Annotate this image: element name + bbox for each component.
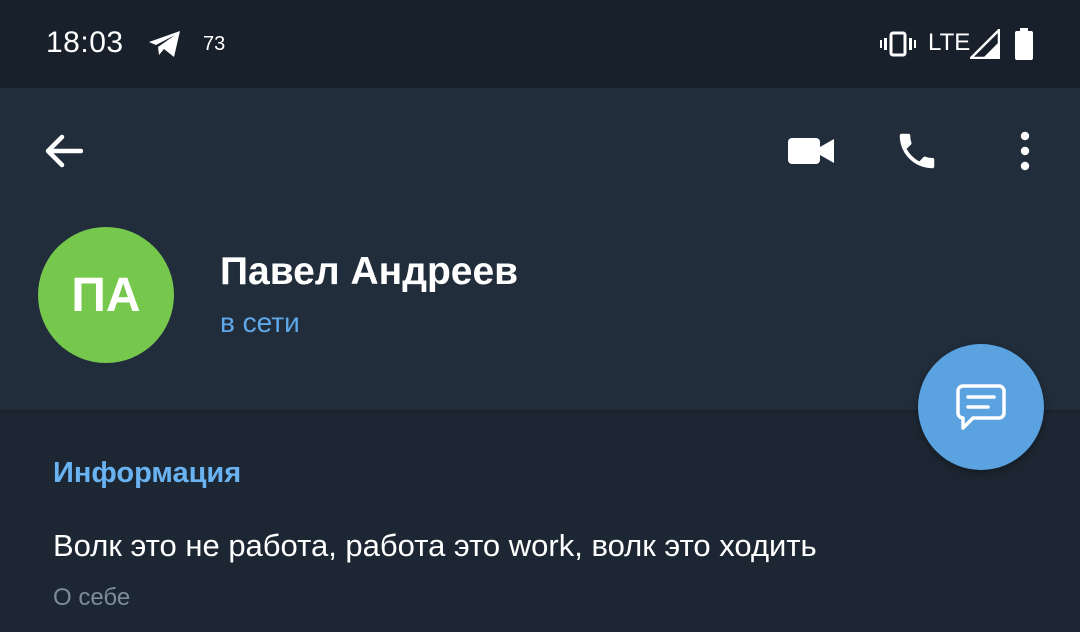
online-status: в сети [220,307,300,338]
notification-count: 73 [203,33,226,55]
telegram-icon [149,31,180,57]
status-bar: 18:03 73 LTE [0,0,1080,88]
video-call-button[interactable] [782,122,840,180]
battery-icon [1015,28,1033,60]
back-arrow-icon [45,134,83,168]
avatar[interactable]: ПА [38,227,174,363]
bio-text[interactable]: Волк это не работа, работа это work, вол… [53,528,817,564]
profile-name: Павел Андреев [220,250,519,293]
video-camera-icon [788,138,834,164]
bio-label: О себе [53,584,131,611]
network-type: LTE [928,29,971,56]
vibrate-icon [880,31,916,57]
back-button[interactable] [34,122,92,180]
message-icon [956,384,1006,430]
voice-call-button[interactable] [888,122,946,180]
info-section-title: Информация [53,457,242,489]
signal-icon [970,29,1000,59]
more-vert-icon [1020,131,1030,171]
status-time: 18:03 [46,26,124,59]
phone-icon [899,133,935,169]
more-options-button[interactable] [1000,122,1050,180]
avatar-initials: ПА [71,268,141,322]
send-message-button[interactable] [918,344,1044,470]
